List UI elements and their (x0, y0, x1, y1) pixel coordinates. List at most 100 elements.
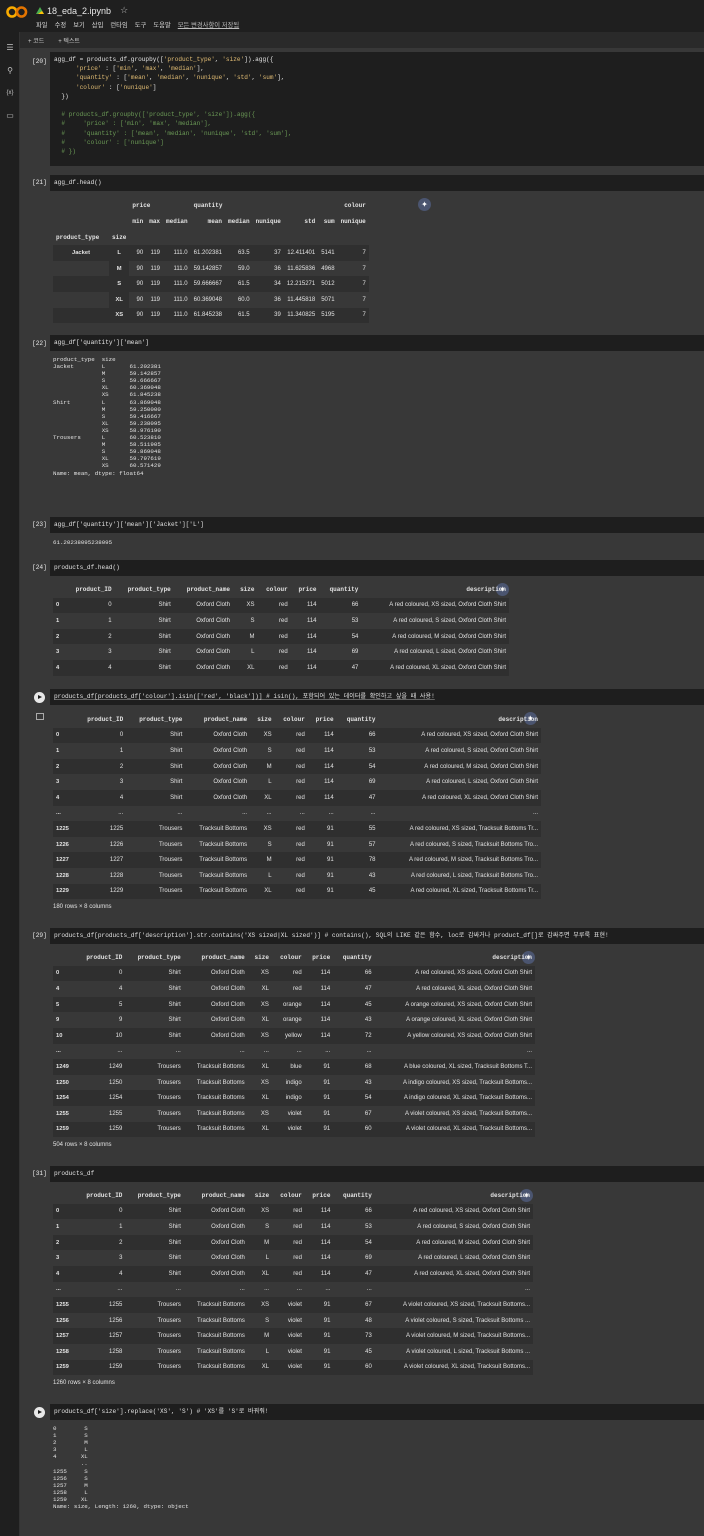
table-cell: A orange coloured, XL sized, Oxford Clot… (406, 1017, 532, 1024)
table-cell: ... (526, 1048, 532, 1055)
table-cell: A red coloured, XL sized, Oxford Cloth S… (422, 794, 538, 801)
run-cell-button[interactable] (34, 692, 45, 703)
magic-wand-icon[interactable]: ✦ (418, 198, 431, 211)
code-snippets-icon[interactable]: {x} (5, 88, 15, 98)
output-menu-icon[interactable] (36, 713, 44, 720)
execution-count: [20] (32, 58, 47, 65)
table-cell: 48 (365, 1317, 372, 1324)
table-cell: XS (263, 732, 272, 739)
menu-item[interactable]: 도움말 (153, 20, 170, 29)
notebook-title[interactable]: 18_eda_2.ipynb ☆ (36, 5, 128, 16)
menu-item[interactable]: 수정 (55, 20, 67, 29)
table-cell: ... (370, 810, 376, 817)
header-row: product_ID product_type product_name size co… (53, 712, 541, 728)
code-editor[interactable]: agg_df['quantity']['mean'] (50, 335, 704, 351)
table-cell: ... (325, 1286, 331, 1293)
table-cell: 90 (136, 249, 144, 256)
index-cell: 0 (56, 602, 60, 609)
table-row: 9 9 Shirt Oxford Cloth XL orange 114 43 A orange… (53, 1012, 535, 1028)
folder-icon[interactable]: ▭ (5, 111, 15, 121)
table-cell: A red coloured, XS sized, Tracksuit Bott… (409, 825, 538, 832)
table-row: 4 4 Shirt Oxford Cloth XL red 114 47 A red colou… (53, 981, 535, 997)
table-cell: 114 (320, 1001, 331, 1008)
table-cell: Shirt (170, 794, 183, 801)
table-cell: red (296, 763, 305, 770)
column-header: price (312, 1192, 331, 1200)
index-cell: 0 (56, 970, 60, 977)
column-header: size (254, 954, 269, 962)
table-cell: Oxford Cloth (213, 732, 248, 739)
colab-logo-icon[interactable] (6, 5, 28, 19)
table-cell: 7 (362, 296, 366, 303)
table-cell: 91 (326, 857, 334, 864)
table-cell: A red coloured, XL sized, Tracksuit Bott… (410, 888, 539, 895)
table-row: 1259 1259 Trousers Tracksuit Bottoms XL viole… (53, 1121, 535, 1138)
index-cell: 4 (56, 985, 60, 992)
table-cell: 53 (351, 617, 359, 624)
table-cell: XL (261, 1017, 269, 1024)
table-row: ........................... (53, 1043, 535, 1060)
table-cell: ... (524, 1286, 530, 1293)
table-row: 1250 1250 Trousers Tracksuit Bottoms XS indig… (53, 1074, 535, 1091)
code-editor[interactable]: agg_df['quantity']['mean']['Jacket']['L'… (50, 517, 704, 533)
table-of-contents-icon[interactable]: ☰ (5, 43, 15, 53)
table-cell: 3 (119, 779, 124, 786)
column-header: product_ID (86, 954, 123, 962)
save-status-link[interactable]: 모든 변경사항이 저장됨 (178, 20, 239, 29)
table-row: 1226 1226 Trousers Tracksuit Bottoms Sred 91 5… (53, 836, 541, 853)
column-header: mean (207, 217, 223, 225)
index-cell: 1228 (56, 872, 69, 879)
run-cell-button[interactable] (34, 1407, 45, 1418)
search-icon[interactable]: ⚲ (5, 66, 15, 76)
table-cell: 1227 (109, 857, 124, 864)
menu-item[interactable]: 삽입 (92, 20, 104, 29)
menu-item[interactable]: 런타임 (110, 20, 127, 29)
code-editor[interactable]: products_df['size'].replace('XS', 'S') #… (50, 1404, 704, 1420)
table-cell: Oxford Cloth (211, 1017, 245, 1024)
menu-bar: 파일 수정 보기 삽입 런타임 도구 도움말 모든 변경사항이 저장됨 (36, 20, 239, 29)
table-cell: Tracksuit Bottoms (196, 1079, 245, 1086)
table-cell: 73 (365, 1333, 372, 1340)
add-text-button[interactable]: + 텍스트 (58, 36, 80, 45)
table-cell: Shirt (168, 1223, 181, 1230)
column-header: product_type (139, 716, 183, 724)
table-cell: 4 (119, 794, 124, 801)
table-cell: 60.369048 (193, 296, 223, 303)
table-cell: 91 (323, 1079, 331, 1086)
index-cell: ... (56, 810, 61, 817)
index-cell: 10 (56, 1032, 63, 1039)
notebook-filename[interactable]: 18_eda_2.ipynb (47, 6, 111, 16)
table-cell: XS (263, 825, 272, 832)
table-cell: 90 (136, 281, 144, 288)
index-cell: 1259 (56, 1364, 69, 1371)
table-cell: A violet coloured, XS sized, Tracksuit B… (402, 1301, 530, 1308)
table-cell: red (296, 732, 305, 739)
code-editor[interactable]: products_df.head() (50, 560, 704, 576)
table-row: ........................... (53, 1281, 533, 1298)
code-editor[interactable]: agg_df = products_df.groupby(['product_t… (50, 52, 704, 166)
table-cell: 5141 (321, 249, 335, 256)
table-cell: 5071 (321, 296, 335, 303)
table-cell: 91 (323, 1301, 331, 1308)
index-cell: 1225 (56, 825, 69, 832)
column-header: description (490, 1192, 530, 1200)
index-cell: 4 (56, 1270, 60, 1277)
add-code-button[interactable]: + 코드 (28, 36, 44, 45)
table-cell: Shirt (170, 779, 183, 786)
menu-item[interactable]: 보기 (73, 20, 85, 29)
column-header: product_ID (87, 716, 124, 724)
table-cell: 69 (368, 779, 376, 786)
table-cell: indigo (285, 1079, 302, 1086)
code-editor[interactable]: agg_df.head() (50, 175, 704, 191)
menu-item[interactable]: 파일 (36, 20, 48, 29)
code-editor[interactable]: products_df[products_df['description'].s… (50, 928, 704, 944)
table-cell: 3 (108, 649, 112, 656)
table-cell: A red coloured, M sized, Oxford Cloth Sh… (416, 1239, 530, 1246)
table-row: 1255 1255 Trousers Tracksuit Bottoms XS viole… (53, 1297, 533, 1313)
code-editor[interactable]: products_df[products_df['colour'].isin([… (50, 689, 704, 705)
star-icon[interactable]: ☆ (120, 5, 128, 16)
table-cell: Trousers (157, 1079, 181, 1086)
menu-item[interactable]: 도구 (135, 20, 147, 29)
code-editor[interactable]: products_df (50, 1166, 704, 1182)
table-cell: ... (366, 1286, 372, 1293)
